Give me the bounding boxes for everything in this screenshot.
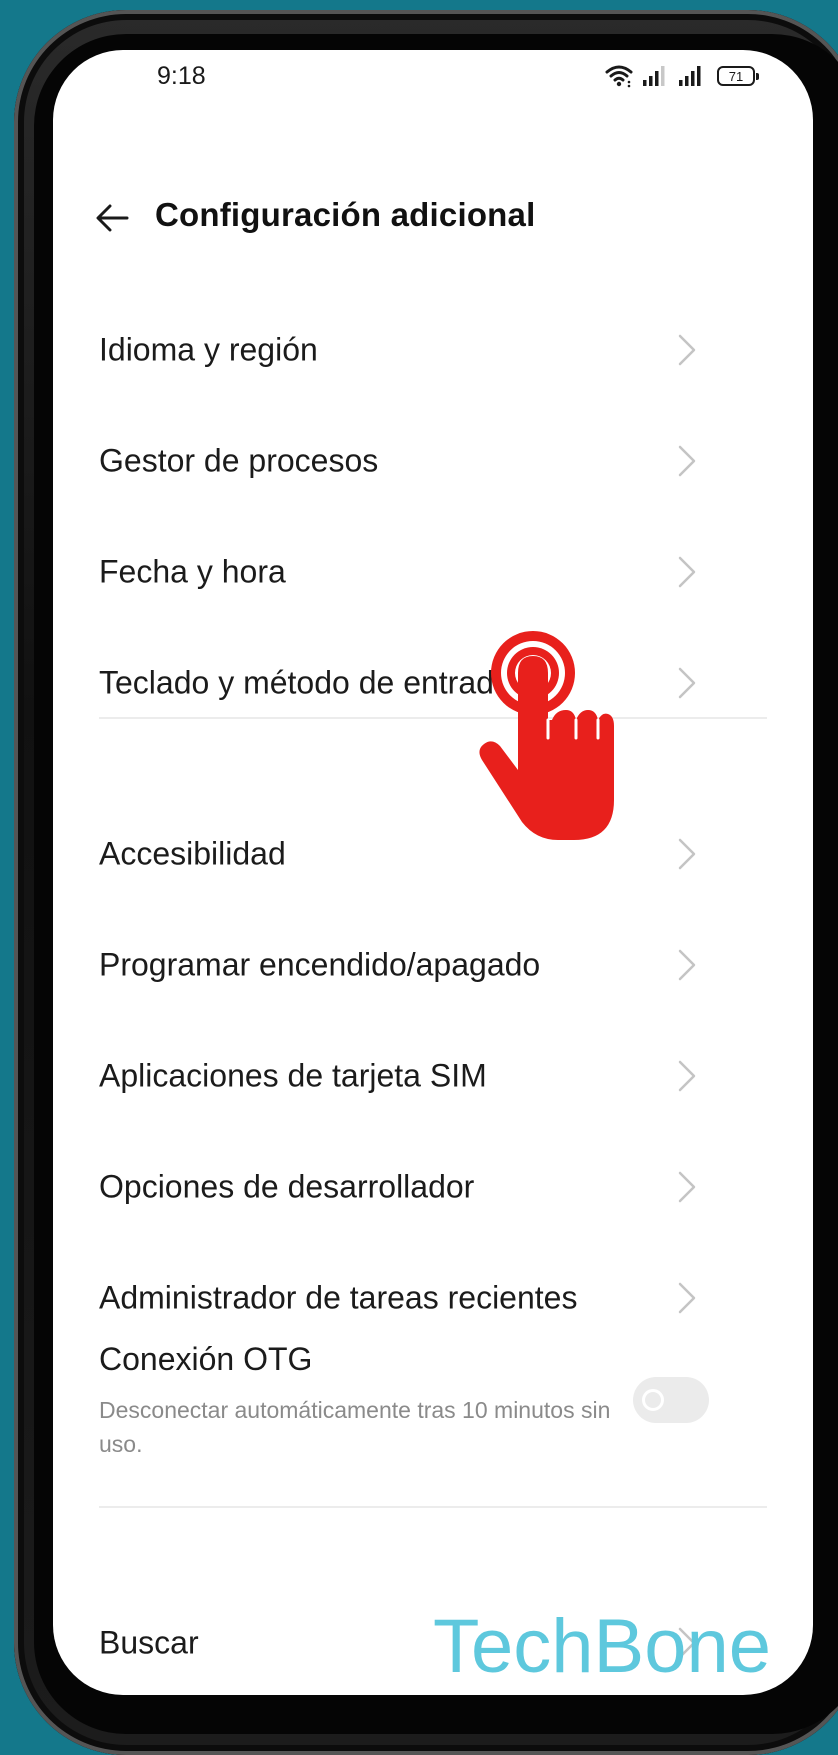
chevron-right-icon	[678, 949, 696, 981]
list-item-label: Gestor de procesos	[99, 442, 379, 479]
battery-level: 71	[728, 68, 744, 84]
battery-icon: 71	[717, 66, 759, 86]
list-item-conexion-otg: Conexión OTG Desconectar automáticamente…	[53, 1335, 813, 1495]
phone-screen: 9:18 71 Configuración adicional Idioma y…	[53, 50, 813, 1695]
otg-toggle[interactable]	[633, 1377, 709, 1423]
signal-icon	[643, 66, 665, 86]
list-item-label: Idioma y región	[99, 331, 318, 368]
header: Configuración adicional	[53, 180, 813, 260]
chevron-right-icon	[678, 445, 696, 477]
list-item-accesibilidad[interactable]: Accesibilidad	[53, 804, 813, 904]
list-item-label: Buscar	[99, 1624, 199, 1661]
status-icons: 71	[605, 62, 759, 90]
list-item-label: Programar encendido/apagado	[99, 946, 541, 983]
list-item-label: Teclado y método de entrada	[99, 664, 512, 701]
list-item-label: Administrador de tareas recientes	[99, 1279, 578, 1316]
list-item-gestor-procesos[interactable]: Gestor de procesos	[53, 411, 813, 511]
signal-icon	[679, 66, 701, 86]
list-item-opciones-desarrollador[interactable]: Opciones de desarrollador	[53, 1137, 813, 1237]
chevron-right-icon	[678, 1060, 696, 1092]
list-item-idioma-region[interactable]: Idioma y región	[53, 300, 813, 400]
status-bar: 9:18 71	[53, 50, 813, 120]
section-divider	[99, 717, 767, 719]
section-divider	[99, 1506, 767, 1508]
status-time: 9:18	[157, 62, 206, 90]
toggle-knob	[642, 1389, 664, 1411]
otg-description: Desconectar automáticamente tras 10 minu…	[99, 1397, 611, 1457]
chevron-right-icon	[678, 556, 696, 588]
list-item-aplicaciones-sim[interactable]: Aplicaciones de tarjeta SIM	[53, 1026, 813, 1126]
otg-title: Conexión OTG	[99, 1341, 313, 1377]
list-item-programar-encendido[interactable]: Programar encendido/apagado	[53, 915, 813, 1015]
chevron-right-icon	[678, 1171, 696, 1203]
list-item-label: Accesibilidad	[99, 835, 286, 872]
back-arrow-icon[interactable]	[93, 198, 133, 238]
list-item-label: Fecha y hora	[99, 553, 286, 590]
chevron-right-icon	[678, 1282, 696, 1314]
page-title: Configuración adicional	[155, 196, 536, 233]
chevron-right-icon	[678, 838, 696, 870]
watermark-logo: TechBone	[433, 1604, 772, 1689]
list-item-administrador-tareas[interactable]: Administrador de tareas recientes	[53, 1248, 813, 1348]
list-item-label: Opciones de desarrollador	[99, 1168, 475, 1205]
chevron-right-icon	[678, 334, 696, 366]
tap-hand-icon	[479, 631, 614, 840]
list-item-fecha-hora[interactable]: Fecha y hora	[53, 522, 813, 622]
list-item-label: Aplicaciones de tarjeta SIM	[99, 1057, 487, 1094]
chevron-right-icon	[678, 667, 696, 699]
wifi-icon	[605, 65, 633, 88]
